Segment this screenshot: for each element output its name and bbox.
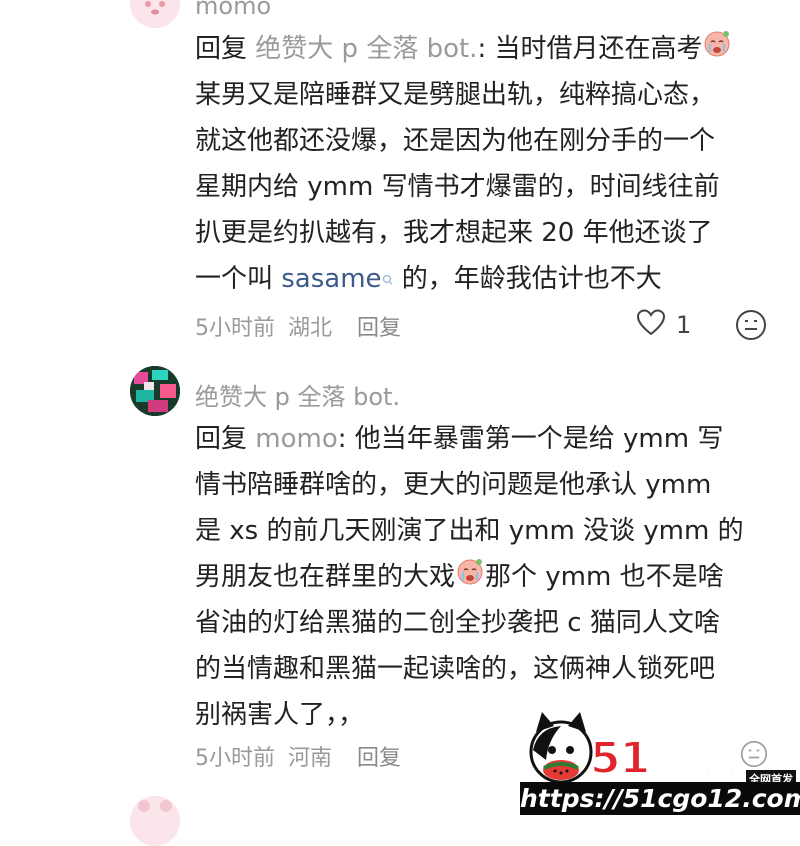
reply-to-user[interactable]: 绝赞大 p 全落 bot. bbox=[255, 34, 477, 64]
comment-body: 回复 绝赞大 p 全落 bot.: 当时借月还在高考 某男又是陪睡群又是劈腿出轨… bbox=[195, 26, 785, 302]
comment-text: 一个叫 bbox=[195, 264, 282, 294]
comment-line: 星期内给 ymm 写情书才爆雷的，时间线往前 bbox=[195, 172, 720, 202]
avatar-bot[interactable] bbox=[130, 366, 180, 416]
comment-line: 是 xs 的前几天刚演了出和 ymm 没谈 ymm 的 bbox=[195, 516, 744, 546]
comment-time: 5小时前 bbox=[195, 746, 275, 771]
search-icon[interactable] bbox=[382, 257, 394, 303]
comment-line: 省油的灯给黑猫的二创全抄袭把 c 猫同人文啥 bbox=[195, 608, 720, 638]
comment-meta: 5小时前 湖北 回复 bbox=[195, 310, 401, 342]
reply-prefix: 回复 bbox=[195, 34, 248, 64]
comment-username[interactable]: momo bbox=[195, 0, 271, 20]
comment-meta: 5小时前 河南 回复 bbox=[195, 740, 401, 772]
like-button[interactable]: 1 bbox=[636, 308, 691, 342]
crying-emoji-icon bbox=[702, 27, 732, 73]
avatar-next[interactable] bbox=[130, 796, 180, 846]
comment-line: 就这他都还没爆，还是因为他在刚分手的一个 bbox=[195, 126, 716, 156]
reply-prefix: 回复 bbox=[195, 424, 248, 454]
comment-text: 那个 ymm 也不是啥 bbox=[485, 562, 724, 592]
comment-time: 5小时前 bbox=[195, 316, 275, 341]
comment-location: 湖北 bbox=[288, 316, 333, 341]
smile-icon[interactable] bbox=[740, 740, 768, 772]
comment-text: : 他当年暴雷第一个是给 ymm 写 bbox=[337, 424, 724, 454]
comment-location: 河南 bbox=[288, 746, 333, 771]
reply-to-user[interactable]: momo bbox=[255, 424, 337, 454]
avatar-momo[interactable] bbox=[130, 0, 180, 28]
comment-line: 扒更是约扒越有，我才想起来 20 年他还谈了 bbox=[195, 218, 713, 248]
like-count: 1 bbox=[676, 311, 692, 339]
comment-text: : 当时借月还在高考 bbox=[477, 34, 703, 64]
comment-text: 男朋友也在群里的大戏 bbox=[195, 562, 456, 592]
heart-icon[interactable] bbox=[636, 308, 666, 342]
watermark-url: https://51cgo12.com bbox=[520, 782, 800, 815]
keyword-link[interactable]: sasame bbox=[281, 264, 381, 294]
cat-mascot-icon bbox=[528, 710, 594, 790]
comment-username[interactable]: 绝赞大 p 全落 bot. bbox=[195, 377, 400, 412]
reply-button[interactable]: 回复 bbox=[357, 740, 401, 772]
comment-line: 的当情趣和黑猫一起读啥的，这俩神人锁死吧 bbox=[195, 654, 716, 684]
crying-emoji-icon bbox=[455, 555, 485, 601]
comment-line: 某男又是陪睡群又是劈腿出轨，纯粹搞心态， bbox=[195, 80, 716, 110]
comment-line: 情书陪睡群啥的，更大的问题是他承认 ymm bbox=[195, 470, 712, 500]
reply-button[interactable]: 回复 bbox=[357, 310, 401, 342]
watermark-logo: 51吃瓜 bbox=[589, 732, 737, 785]
comment-body: 回复 momo: 他当年暴雷第一个是给 ymm 写 情书陪睡群啥的，更大的问题是… bbox=[195, 416, 785, 738]
comment-text: 的，年龄我估计也不大 bbox=[393, 264, 662, 294]
smile-icon[interactable] bbox=[735, 309, 767, 345]
